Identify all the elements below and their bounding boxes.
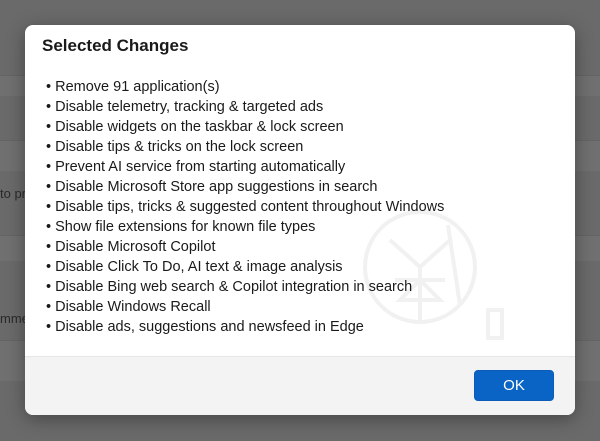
list-item: • Disable widgets on the taskbar & lock … (46, 119, 344, 135)
list-item: • Disable tips, tricks & suggested conte… (46, 199, 445, 215)
list-item: • Disable Microsoft Copilot (46, 239, 216, 255)
list-item: • Disable Click To Do, AI text & image a… (46, 259, 343, 275)
list-item: • Remove 91 application(s) (46, 79, 220, 95)
changes-list: • Remove 91 application(s) • Disable tel… (46, 77, 444, 337)
list-item: • Disable tips & tricks on the lock scre… (46, 139, 304, 155)
list-item: • Disable telemetry, tracking & targeted… (46, 99, 324, 115)
list-item: • Show file extensions for known file ty… (46, 219, 316, 235)
dialog-title: Selected Changes (42, 36, 189, 55)
list-item: • Disable Bing web search & Copilot inte… (46, 279, 413, 295)
list-item: • Disable Windows Recall (46, 299, 211, 315)
background-text: to pr (0, 186, 27, 201)
list-item: • Prevent AI service from starting autom… (46, 159, 346, 175)
list-item: • Disable ads, suggestions and newsfeed … (46, 319, 364, 335)
dialog-footer: OK (25, 356, 575, 415)
list-item: • Disable Microsoft Store app suggestion… (46, 179, 378, 195)
ok-button[interactable]: OK (474, 370, 554, 401)
selected-changes-dialog: Selected Changes • Remove 91 application… (25, 25, 575, 415)
